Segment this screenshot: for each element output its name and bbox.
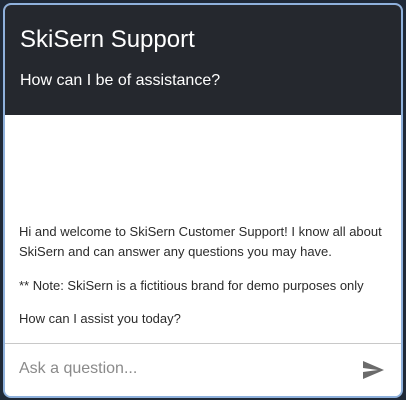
message-list: Hi and welcome to SkiSern Customer Suppo… — [5, 115, 401, 343]
disclaimer-message: ** Note: SkiSern is a fictitious brand f… — [19, 278, 364, 293]
assist-prompt-message: How can I assist you today? — [19, 311, 181, 326]
question-input[interactable] — [11, 354, 367, 384]
send-icon — [363, 361, 384, 379]
support-chat-window: SkiSern Support How can I be of assistan… — [3, 3, 403, 398]
send-button[interactable] — [360, 358, 386, 382]
welcome-message: Hi and welcome to SkiSern Customer Suppo… — [19, 224, 382, 259]
chat-header: SkiSern Support How can I be of assistan… — [5, 5, 401, 115]
chat-title: SkiSern Support — [20, 26, 195, 53]
chat-subtitle: How can I be of assistance? — [20, 72, 221, 89]
question-input-bar — [5, 343, 401, 396]
